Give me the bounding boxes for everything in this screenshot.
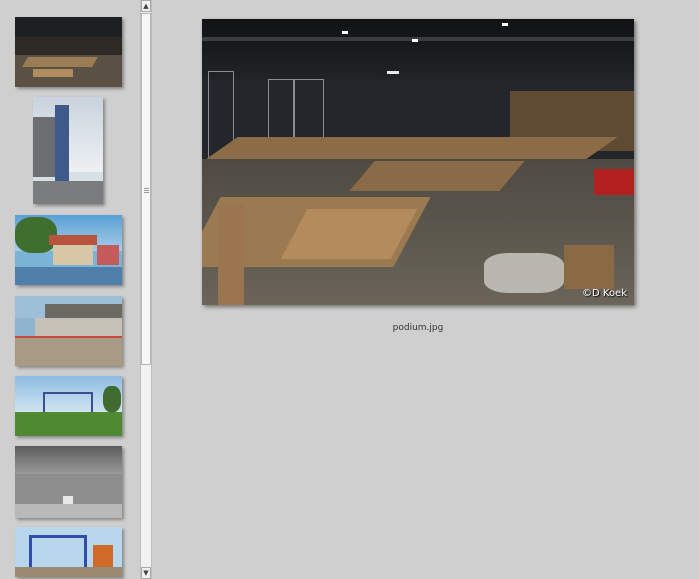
photo-light (412, 39, 418, 42)
thumb-roof (49, 235, 97, 245)
thumbnail-2[interactable] (33, 97, 103, 204)
thumb-roof (45, 304, 122, 318)
thumb-crane (93, 545, 113, 567)
grip-line (144, 188, 149, 189)
thumbnail-pane (0, 0, 140, 579)
thumb-building (33, 117, 55, 177)
photo-long-table (206, 137, 618, 159)
photo-truss (202, 37, 634, 41)
thumbnail-4[interactable] (15, 296, 122, 366)
scroll-down-button[interactable]: ▼ (141, 567, 151, 579)
photo-light (387, 71, 399, 74)
thumbnail-1[interactable] (15, 17, 122, 87)
photo-caption: podium.jpg (392, 323, 444, 333)
thumb-rail (15, 336, 122, 338)
thumbnail-3[interactable] (15, 215, 122, 285)
arrow-down-icon: ▼ (143, 569, 149, 577)
thumb-ground (33, 181, 103, 204)
photo-watermark: ©D Koek (582, 288, 627, 299)
thumb-table (33, 69, 73, 77)
photo-table-mid (349, 161, 525, 191)
thumb-tower (55, 105, 69, 183)
grip-line (144, 192, 149, 193)
thumbnail-6[interactable] (15, 446, 122, 518)
arrow-up-icon: ▲ (143, 2, 149, 10)
thumb-house (97, 245, 119, 265)
scroll-up-button[interactable]: ▲ (141, 0, 151, 12)
photo-post (218, 205, 244, 305)
photo-light (502, 23, 508, 26)
photo-light (342, 31, 348, 34)
thumb-floor (15, 504, 122, 518)
photo-machine (594, 169, 634, 195)
grip-line (144, 190, 149, 191)
thumb-roof (15, 17, 122, 37)
main-photo: ©D Koek (202, 19, 634, 305)
thumb-water (15, 267, 122, 285)
thumbnail-5[interactable] (15, 376, 122, 436)
thumb-deck (15, 338, 122, 366)
photo-debris (484, 253, 564, 293)
photo-cardboard (564, 245, 614, 289)
thumb-ground (15, 567, 122, 577)
thumbnail-scrollbar[interactable]: ▲ ▼ (140, 0, 152, 579)
thumb-frame (43, 392, 93, 414)
scroll-thumb[interactable] (141, 13, 151, 365)
thumb-grass (15, 412, 122, 436)
thumb-roof (15, 446, 122, 474)
thumbnail-7[interactable] (15, 527, 122, 577)
thumb-frame (29, 535, 87, 569)
thumb-tree (103, 386, 121, 412)
thumb-table (22, 57, 98, 67)
